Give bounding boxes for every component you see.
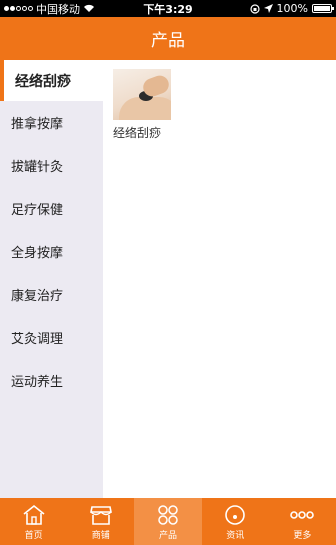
carrier-name: 中国移动 — [36, 2, 80, 16]
tab-news[interactable]: 资讯 — [202, 498, 269, 545]
signal-strength-icon — [4, 6, 33, 11]
sidebar-item-kangfu-zhiliao[interactable]: 康复治疗 — [0, 273, 103, 316]
sidebar-item-label: 推拿按摩 — [11, 117, 64, 132]
sidebar-item-quanshen-anmo[interactable]: 全身按摩 — [0, 230, 103, 273]
sidebar-item-baguan-zhenjiu[interactable]: 拔罐针灸 — [0, 144, 103, 187]
sidebar-item-label: 全身按摩 — [11, 246, 64, 261]
wifi-icon — [84, 4, 94, 12]
tab-shop[interactable]: 商铺 — [67, 498, 134, 545]
bottom-tab-bar: 首页 商铺 产品 资讯 更多 — [0, 498, 336, 545]
product-image[interactable] — [113, 69, 171, 120]
product-list: 经络刮痧 — [103, 60, 336, 498]
category-sidebar: 经络刮痧 推拿按摩 拔罐针灸 足疗保健 全身按摩 康复治疗 艾灸调理 运动养生 — [0, 60, 103, 498]
shop-icon — [88, 503, 114, 527]
tab-label: 商铺 — [91, 530, 110, 541]
product-name[interactable]: 经络刮痧 — [113, 124, 173, 141]
home-icon — [21, 503, 47, 527]
status-right: 100% — [212, 2, 334, 15]
status-bar: 中国移动 下午3:29 100% — [0, 0, 336, 17]
product-card[interactable]: 经络刮痧 — [113, 69, 173, 141]
page-header: 产品 — [0, 17, 336, 60]
product-icon — [155, 503, 181, 527]
location-arrow-icon — [263, 4, 273, 13]
sidebar-item-label: 康复治疗 — [11, 289, 64, 304]
sidebar-item-jingluo-guasha[interactable]: 经络刮痧 — [0, 60, 103, 101]
more-icon — [289, 503, 315, 527]
tab-product[interactable]: 产品 — [134, 498, 202, 545]
tab-label: 首页 — [24, 530, 43, 541]
sidebar-item-zuliao-baojian[interactable]: 足疗保健 — [0, 187, 103, 230]
sidebar-item-aijiu-tiaoli[interactable]: 艾灸调理 — [0, 316, 103, 359]
status-left: 中国移动 — [4, 1, 124, 17]
tab-label: 产品 — [159, 530, 178, 541]
news-icon — [222, 503, 248, 527]
page-title: 产品 — [151, 31, 185, 51]
sidebar-item-label: 拔罐针灸 — [11, 160, 64, 175]
tab-more[interactable]: 更多 — [269, 498, 336, 545]
battery-icon — [312, 4, 334, 13]
sidebar-item-label: 运动养生 — [11, 375, 64, 390]
sidebar-item-yundong-yangsheng[interactable]: 运动养生 — [0, 359, 103, 402]
battery-percent: 100% — [276, 2, 308, 15]
tab-label: 资讯 — [226, 530, 245, 541]
sidebar-item-label: 经络刮痧 — [15, 73, 71, 90]
status-time: 下午3:29 — [143, 2, 193, 16]
sidebar-item-label: 艾灸调理 — [11, 332, 64, 347]
tab-home[interactable]: 首页 — [0, 498, 67, 545]
sidebar-item-label: 足疗保健 — [11, 203, 64, 218]
sidebar-item-tuina-anmo[interactable]: 推拿按摩 — [0, 101, 103, 144]
tab-label: 更多 — [293, 530, 312, 541]
lock-rotation-icon — [249, 3, 260, 14]
